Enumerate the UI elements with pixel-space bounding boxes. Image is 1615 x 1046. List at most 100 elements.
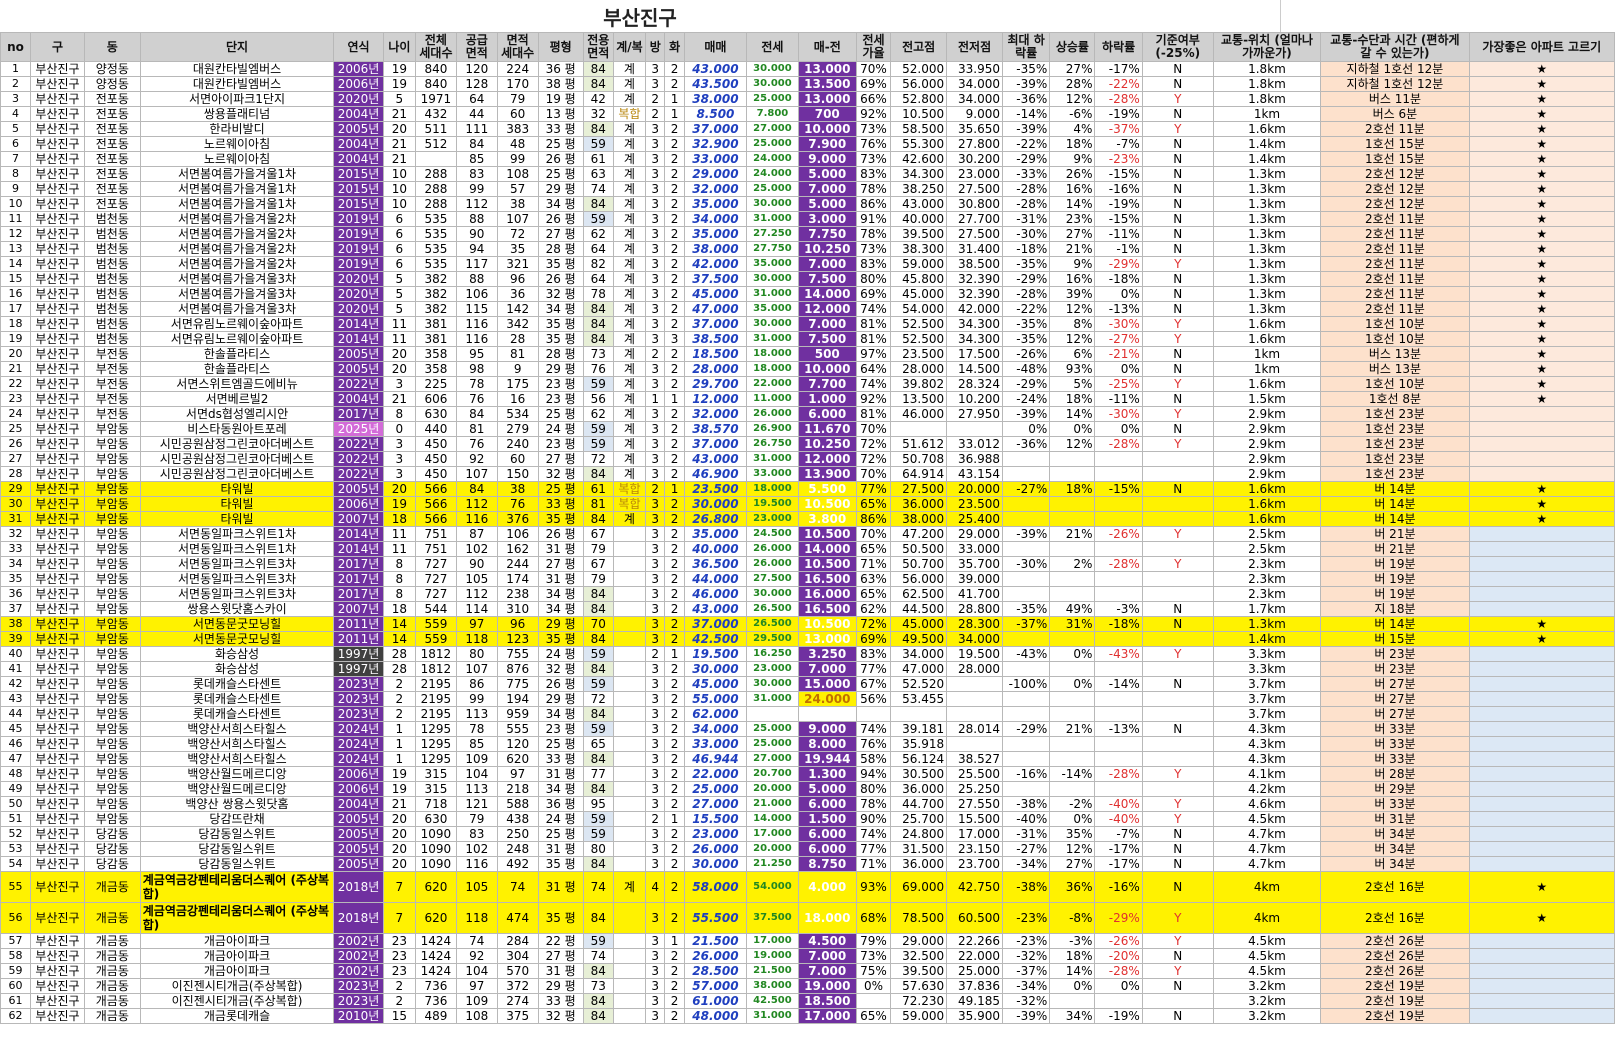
cell[interactable]: 3 — [645, 721, 666, 737]
cell[interactable]: 3 — [382, 376, 417, 392]
cell[interactable]: 0% — [1094, 421, 1143, 437]
cell[interactable]: 10.500 — [797, 616, 857, 632]
cell[interactable]: 2호선 12분 — [1320, 166, 1470, 182]
cell[interactable]: 21.500 — [683, 933, 748, 949]
cell[interactable]: 2005년 — [333, 811, 384, 827]
cell[interactable]: -16% — [1002, 766, 1051, 782]
cell[interactable] — [1094, 706, 1143, 722]
cell[interactable]: 5.000 — [797, 781, 857, 797]
cell[interactable]: 2 — [664, 496, 685, 512]
cell[interactable]: 59.000 — [890, 1008, 948, 1024]
cell[interactable]: 26.000 — [683, 841, 748, 857]
cell[interactable] — [1094, 631, 1143, 647]
cell[interactable]: 7.000 — [797, 316, 857, 332]
cell[interactable]: 30.000 — [746, 271, 799, 287]
cell[interactable]: 부산진구 — [30, 978, 85, 994]
cell[interactable]: 부산진구 — [30, 871, 85, 903]
column-header[interactable]: 교통-위치 (얼마나 가까운가) — [1212, 32, 1322, 62]
cell[interactable]: 2020년 — [333, 271, 384, 287]
cell[interactable]: 31.000 — [746, 1008, 799, 1024]
cell[interactable]: 53.455 — [890, 691, 948, 707]
cell[interactable]: 60 — [496, 106, 539, 122]
cell[interactable]: 1424 — [415, 948, 457, 964]
cell[interactable]: 31.000 — [746, 286, 799, 302]
cell[interactable]: 2 — [664, 271, 685, 287]
cell[interactable] — [1002, 541, 1051, 557]
cell[interactable]: 20.000 — [746, 781, 799, 797]
cell[interactable] — [1094, 661, 1143, 677]
cell[interactable]: 23 평 — [537, 436, 584, 452]
cell[interactable]: 당감동 — [83, 856, 141, 872]
cell[interactable]: 90% — [855, 811, 892, 827]
cell[interactable]: 114 — [455, 601, 498, 617]
cell[interactable]: 27 평 — [537, 948, 584, 964]
cell[interactable]: 30.000 — [683, 661, 748, 677]
cell[interactable]: 부산진구 — [30, 391, 85, 407]
cell[interactable]: 108 — [455, 1008, 498, 1024]
cell[interactable]: 22 평 — [537, 933, 584, 949]
cell[interactable]: 38.527 — [946, 751, 1004, 767]
cell[interactable]: 54.000 — [890, 301, 948, 317]
cell[interactable]: 1호선 23분 — [1320, 436, 1470, 452]
cell[interactable]: 74% — [855, 376, 892, 392]
cell[interactable]: 31.000 — [746, 451, 799, 467]
cell[interactable]: -21% — [1094, 346, 1143, 362]
cell[interactable]: 쌍용스윗닷홈스카이 — [139, 601, 335, 617]
cell[interactable]: N — [1141, 226, 1214, 242]
cell[interactable]: 59 — [582, 376, 614, 392]
cell[interactable]: 범천동 — [83, 256, 141, 272]
cell[interactable]: 4.7km — [1212, 856, 1322, 872]
cell[interactable]: 174 — [496, 571, 539, 587]
cell[interactable]: 대원칸타빌엠버스 — [139, 61, 335, 77]
cell[interactable]: 620 — [415, 902, 457, 934]
cell[interactable]: 버 14분 — [1320, 496, 1470, 512]
cell[interactable]: 7 — [382, 871, 417, 903]
cell[interactable]: 당감동일스위트 — [139, 841, 335, 857]
cell[interactable]: 2 — [664, 421, 685, 437]
cell[interactable]: 70% — [855, 61, 892, 77]
cell[interactable]: 2015년 — [333, 196, 384, 212]
cell[interactable]: 113 — [455, 781, 498, 797]
cell[interactable]: 27.800 — [946, 136, 1004, 152]
cell[interactable]: -27% — [1002, 841, 1051, 857]
cell[interactable]: 37.000 — [683, 121, 748, 137]
cell[interactable]: 27.500 — [946, 181, 1004, 197]
cell[interactable]: 양정동 — [83, 61, 141, 77]
column-header[interactable]: 전세 — [746, 32, 799, 62]
cell[interactable]: 25.000 — [946, 963, 1004, 979]
cell[interactable]: 35.918 — [890, 736, 948, 752]
cell[interactable]: 43.000 — [683, 451, 748, 467]
cell[interactable]: N — [1141, 601, 1214, 617]
cell[interactable]: 3 — [645, 571, 666, 587]
cell[interactable]: 78.500 — [890, 902, 948, 934]
cell[interactable]: 2 — [664, 376, 685, 392]
cell[interactable]: 2 — [664, 316, 685, 332]
cell[interactable]: 지 18분 — [1320, 601, 1470, 617]
cell[interactable]: 3 — [645, 691, 666, 707]
cell[interactable]: 2020년 — [333, 91, 384, 107]
cell[interactable]: 26 평 — [537, 211, 584, 227]
cell[interactable]: 26.500 — [746, 601, 799, 617]
cell[interactable]: 67% — [855, 676, 892, 692]
cell[interactable]: 4km — [1212, 902, 1322, 934]
cell[interactable]: 18.000 — [746, 481, 799, 497]
cell[interactable]: Y — [1141, 526, 1214, 542]
cell[interactable]: 45.000 — [683, 676, 748, 692]
cell[interactable]: 개금동 — [83, 948, 141, 964]
cell[interactable]: 3 — [645, 151, 666, 167]
cell[interactable] — [1094, 451, 1143, 467]
cell[interactable]: 61 — [582, 151, 614, 167]
cell[interactable]: -13% — [1094, 721, 1143, 737]
cell[interactable]: 1295 — [415, 751, 457, 767]
cell[interactable]: 64 — [455, 91, 498, 107]
cell[interactable]: 1 — [382, 736, 417, 752]
cell[interactable]: 3 — [645, 586, 666, 602]
cell[interactable]: 90 — [455, 226, 498, 242]
cell[interactable]: 28.000 — [683, 361, 748, 377]
cell[interactable]: 버스 13분 — [1320, 346, 1470, 362]
cell[interactable]: 21 — [0, 361, 32, 377]
cell[interactable]: 부암동 — [83, 526, 141, 542]
cell[interactable]: 38.500 — [946, 256, 1004, 272]
cell[interactable]: 23 — [0, 391, 32, 407]
cell[interactable]: 19 — [0, 331, 32, 347]
